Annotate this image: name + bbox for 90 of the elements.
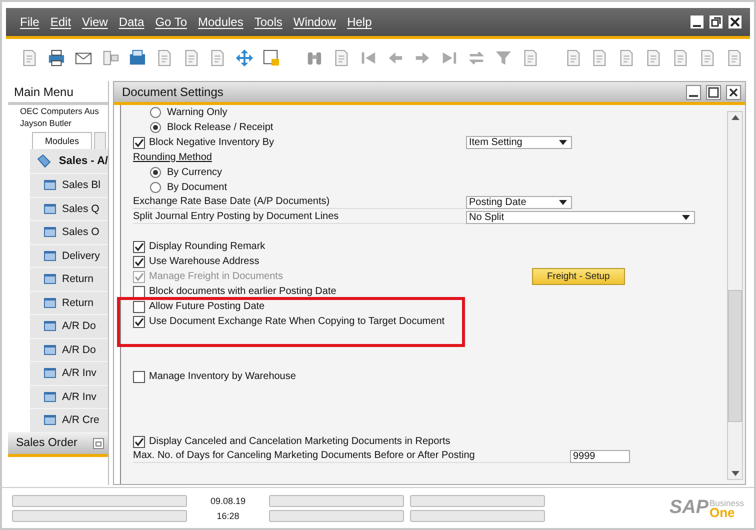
caret-icon <box>682 215 690 220</box>
menu-item[interactable]: Data <box>118 15 144 29</box>
window-title: Document Settings <box>122 85 224 99</box>
scrollbar[interactable] <box>727 111 743 480</box>
menu-item[interactable]: Help <box>347 15 372 29</box>
radio-button[interactable] <box>150 107 161 118</box>
menu-item[interactable]: Go To <box>155 15 187 29</box>
caret-icon <box>559 140 567 145</box>
checkbox[interactable] <box>133 286 145 298</box>
menu-item[interactable]: Tools <box>254 15 282 29</box>
maximize-icon[interactable] <box>706 84 721 100</box>
tab[interactable]: Modules <box>32 132 92 149</box>
form-icon <box>44 274 56 284</box>
menu-entry[interactable]: Sales O <box>62 226 100 238</box>
menu-entry[interactable]: A/R Inv <box>62 367 96 380</box>
checkbox[interactable] <box>133 316 145 328</box>
checkbox-label: Display Rounding Remark <box>149 240 266 252</box>
panel-title: Sales Order <box>16 437 78 449</box>
menu-entry[interactable]: Sales Q <box>62 202 100 215</box>
logo-text: SAP <box>669 497 708 519</box>
checkbox-label: Block documents with earlier Posting Date <box>149 286 336 298</box>
checkbox-label: Manage Inventory by Warehouse <box>149 370 296 382</box>
menu-entry[interactable]: Return <box>62 273 94 286</box>
menu-entry[interactable]: A/R Cre <box>62 414 100 426</box>
dropdown[interactable]: Item Setting <box>466 136 572 149</box>
menu-item[interactable]: Modules <box>198 15 244 29</box>
caret-icon <box>559 200 567 205</box>
menu-item[interactable]: File <box>20 15 40 29</box>
dropdown[interactable]: No Split <box>466 211 695 224</box>
form-icon <box>44 298 56 308</box>
form-icon <box>44 250 56 261</box>
printer-icon[interactable] <box>46 48 66 68</box>
menu-item[interactable]: Window <box>293 15 336 29</box>
user-name: Jayson Butler <box>19 117 72 129</box>
radio-label: By Currency <box>167 166 222 178</box>
close-icon[interactable] <box>726 84 741 100</box>
minimize-icon[interactable] <box>690 15 704 29</box>
checkbox[interactable] <box>133 300 145 312</box>
checkbox-label: Use Warehouse Address <box>149 256 260 268</box>
form-icon <box>44 180 56 190</box>
radio-label: Warning Only <box>167 106 228 118</box>
form-icon <box>44 415 56 426</box>
form-icon <box>44 321 56 332</box>
move-arrows-icon[interactable] <box>235 48 254 68</box>
panel-title: Main Menu <box>8 81 108 105</box>
company-name: OEC Computers Aus <box>19 105 100 117</box>
menu-item[interactable]: View <box>82 15 108 29</box>
scroll-thumb[interactable] <box>728 290 742 422</box>
input-field[interactable]: 9999 <box>570 450 630 463</box>
logo-text: Business <box>710 498 744 508</box>
radio-button[interactable] <box>150 167 161 178</box>
form-icon <box>44 227 56 238</box>
status-date: 09.08.19 <box>209 496 247 506</box>
menu-entry[interactable]: Sales Bl <box>62 179 101 192</box>
checkbox[interactable] <box>133 436 145 448</box>
checkbox[interactable] <box>133 256 145 268</box>
checkbox-label: Block Negative Inventory By <box>149 136 274 148</box>
form-icon <box>44 204 56 214</box>
checkbox[interactable] <box>133 240 145 252</box>
menu-entry[interactable]: A/R Do <box>62 320 96 332</box>
checkbox-label: Manage Freight in Documents <box>149 270 283 282</box>
menu-entry[interactable]: A/R Inv <box>62 390 96 403</box>
radio-label: Block Release / Receipt <box>167 122 274 134</box>
logo-text: One <box>710 508 735 518</box>
tab[interactable] <box>94 132 106 149</box>
dropdown[interactable]: Posting Date <box>466 196 572 209</box>
restore-icon[interactable] <box>709 15 723 29</box>
checkbox-label: Use Document Exchange Rate When Copying to Target Document <box>149 316 445 328</box>
form-icon <box>44 344 56 355</box>
checkbox-label: Allow Future Posting Date <box>149 300 265 312</box>
checkbox[interactable] <box>133 370 145 382</box>
menu-entry[interactable]: A/R Do <box>62 344 96 356</box>
status-time: 16:28 <box>216 510 240 520</box>
checkbox[interactable] <box>133 136 145 148</box>
menu-entry[interactable]: Delivery <box>62 250 100 262</box>
field-label: Split Journal Entry Posting by Document Lines <box>133 211 466 224</box>
minimize-icon[interactable] <box>686 84 701 100</box>
field-label: Max. No. of Days for Canceling Marketing Documents Before or After Posting <box>133 450 571 463</box>
form-icon <box>44 392 56 402</box>
form-icon <box>44 368 56 378</box>
section-heading: Rounding Method <box>133 152 212 164</box>
menu-entry[interactable]: Return <box>62 296 94 309</box>
close-icon[interactable] <box>728 15 742 29</box>
radio-button[interactable] <box>150 122 161 133</box>
field-label: Exchange Rate Base Date (A/P Documents) <box>133 196 466 209</box>
radio-button[interactable] <box>150 182 161 193</box>
checkbox-label: Display Canceled and Cancelation Marketing Documents in Reports <box>149 436 450 448</box>
menu-item[interactable]: Edit <box>50 15 72 29</box>
module-title[interactable]: Sales - A/ <box>58 155 108 167</box>
radio-label: By Document <box>167 182 228 194</box>
